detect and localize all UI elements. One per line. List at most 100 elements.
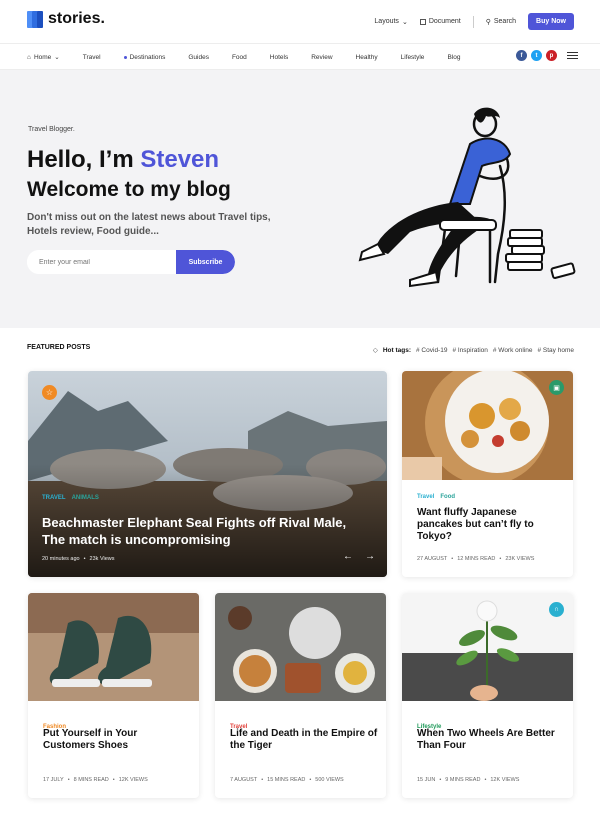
document-icon	[419, 18, 426, 25]
top-links: Layouts ⌄ Document ⚲ Search Buy Now	[362, 13, 574, 30]
category-animals[interactable]: ANIMALS	[72, 495, 99, 501]
email-input[interactable]	[27, 250, 177, 274]
post-date: 27 AUGUST	[417, 556, 448, 562]
category-travel[interactable]: Travel	[417, 494, 434, 500]
category-travel[interactable]: TRAVEL	[42, 495, 66, 501]
post-views: 23K VIEWS	[505, 556, 535, 562]
post-read-time: 8 MINS READ	[73, 777, 109, 783]
nav-item-blog[interactable]: Blog	[447, 53, 460, 61]
search-label: Search	[493, 18, 517, 25]
post-title[interactable]: Beachmaster Elephant Seal Fights off Riv…	[42, 514, 362, 548]
author-name: Steven	[140, 146, 220, 173]
category-food[interactable]: Food	[440, 494, 455, 500]
nav-item-destinations[interactable]: Destinations	[123, 53, 166, 61]
main-nav: ⌂ Home ⌄ Travel Destinations Guides Food…	[0, 44, 600, 70]
greeting-text: Hello, I’m	[27, 146, 141, 173]
brand-name: stories.	[48, 10, 105, 27]
post-title[interactable]: Life and Death in the Empire of the Tige…	[230, 728, 380, 752]
buy-now-button[interactable]: Buy Now	[528, 13, 574, 30]
hero-welcome: Welcome to my blog	[27, 178, 231, 201]
search-button[interactable]: ⚲ Search	[486, 18, 516, 26]
post-meta: 7 AUGUST • 15 MINS READ • 500 VIEWS	[230, 777, 344, 783]
post-title[interactable]: Want fluffy Japanese pancakes but can’t …	[417, 507, 562, 543]
post-date: 7 AUGUST	[230, 777, 258, 783]
arrow-left-icon[interactable]: ←	[343, 551, 353, 562]
post-read-time: 9 MINS READ	[445, 777, 481, 783]
document-label: Document	[428, 18, 461, 25]
nav-item-label: Home	[33, 53, 52, 61]
post-card[interactable]: ▣ Travel Food Want fluffy Japanese panca…	[402, 371, 573, 577]
logo[interactable]: stories.	[27, 10, 105, 28]
post-card[interactable]: Fashion Put Yourself in Your Customers S…	[28, 593, 199, 798]
post-views: 12K VIEWS	[118, 777, 148, 783]
post-views: 23k Views	[89, 556, 115, 562]
hot-tag[interactable]: # Work online	[493, 347, 533, 354]
nav-items: ⌂ Home ⌄ Travel Destinations Guides Food…	[27, 53, 483, 62]
hero-section: Travel Blogger. Hello, I’m Steven Welcom…	[0, 70, 600, 328]
nav-item-healthy[interactable]: Healthy	[356, 53, 378, 61]
pinterest-icon[interactable]: p	[546, 50, 557, 61]
slider-arrows: ← →	[343, 551, 375, 562]
tag-icon: ◇	[372, 347, 378, 354]
reading-person-illustration	[358, 107, 576, 288]
star-icon: ☆	[42, 385, 57, 400]
featured-posts-title: FEATURED POSTS	[27, 344, 91, 351]
layouts-dropdown[interactable]: Layouts ⌄	[374, 18, 407, 26]
post-card[interactable]: Travel Life and Death in the Empire of t…	[215, 593, 386, 798]
post-read-time: 15 MINS READ	[267, 777, 306, 783]
food-table-image	[215, 593, 386, 701]
divider	[472, 15, 474, 28]
search-icon: ⚲	[485, 18, 491, 26]
post-title[interactable]: Put Yourself in Your Customers Shoes	[43, 728, 188, 752]
menu-icon[interactable]	[567, 52, 578, 59]
headphones-icon: ∩	[549, 602, 564, 617]
layouts-label: Layouts	[374, 18, 399, 25]
meta-separator: •	[67, 777, 70, 783]
post-views: 12K VIEWS	[490, 777, 520, 783]
chevron-down-icon: ⌄	[401, 18, 408, 26]
nav-item-lifestyle[interactable]: Lifestyle	[401, 53, 425, 61]
nav-item-food[interactable]: Food	[232, 53, 247, 61]
twitter-icon[interactable]: t	[531, 50, 542, 61]
post-meta: 17 JULY • 8 MINS READ • 12K VIEWS	[43, 777, 148, 783]
hot-tag[interactable]: # Stay home	[538, 347, 575, 354]
meta-separator: •	[499, 556, 502, 562]
post-card[interactable]: ∩ Lifestyle When Two Wheels Are Better T…	[402, 593, 573, 798]
logo-icon	[27, 10, 44, 28]
post-date: 15 JUN	[417, 777, 436, 783]
post-meta: 27 AUGUST • 12 MINS READ • 23K VIEWS	[417, 556, 534, 562]
meta-separator: •	[83, 556, 86, 562]
subscribe-button[interactable]: Subscribe	[176, 250, 235, 274]
hero-description: Don't miss out on the latest news about …	[27, 212, 271, 237]
nav-item-home[interactable]: ⌂ Home ⌄	[27, 53, 60, 62]
facebook-icon[interactable]: f	[516, 50, 527, 61]
meta-separator: •	[112, 777, 115, 783]
subscribe-form: Subscribe	[27, 250, 235, 274]
nav-item-label: Destinations	[129, 53, 166, 61]
post-meta: 15 JUN • 9 MINS READ • 12K VIEWS	[417, 777, 519, 783]
hot-tag[interactable]: # Covid-19	[416, 347, 447, 354]
nav-item-guides[interactable]: Guides	[188, 53, 209, 61]
nav-item-review[interactable]: Review	[311, 53, 332, 61]
post-time: 20 minutes ago	[42, 556, 80, 562]
home-icon: ⌂	[27, 53, 31, 61]
hero-tag: Travel Blogger.	[28, 126, 75, 133]
social-links: f t p	[516, 50, 578, 61]
post-meta: 20 minutes ago • 23k Views	[42, 556, 115, 562]
hot-tags: ◇ Hot tags: # Covid-19 # Inspiration # W…	[372, 346, 575, 355]
shoes-image	[28, 593, 199, 701]
meta-separator: •	[451, 556, 454, 562]
document-link[interactable]: Document	[419, 18, 461, 25]
arrow-right-icon[interactable]: →	[365, 551, 375, 562]
hot-tag[interactable]: # Inspiration	[452, 347, 487, 354]
featured-card-main[interactable]: ☆ TRAVEL ANIMALS Beachmaster Elephant Se…	[28, 371, 387, 577]
meta-separator: •	[309, 777, 312, 783]
hero-greeting: Hello, I’m Steven	[27, 146, 219, 174]
nav-item-hotels[interactable]: Hotels	[270, 53, 288, 61]
highlight-dot-icon	[123, 55, 127, 59]
post-categories: TRAVEL ANIMALS	[42, 495, 99, 501]
post-categories: Travel Food	[417, 494, 455, 500]
meta-separator: •	[439, 777, 442, 783]
post-title[interactable]: When Two Wheels Are Better Than Four	[417, 728, 562, 752]
nav-item-travel[interactable]: Travel	[83, 53, 101, 61]
